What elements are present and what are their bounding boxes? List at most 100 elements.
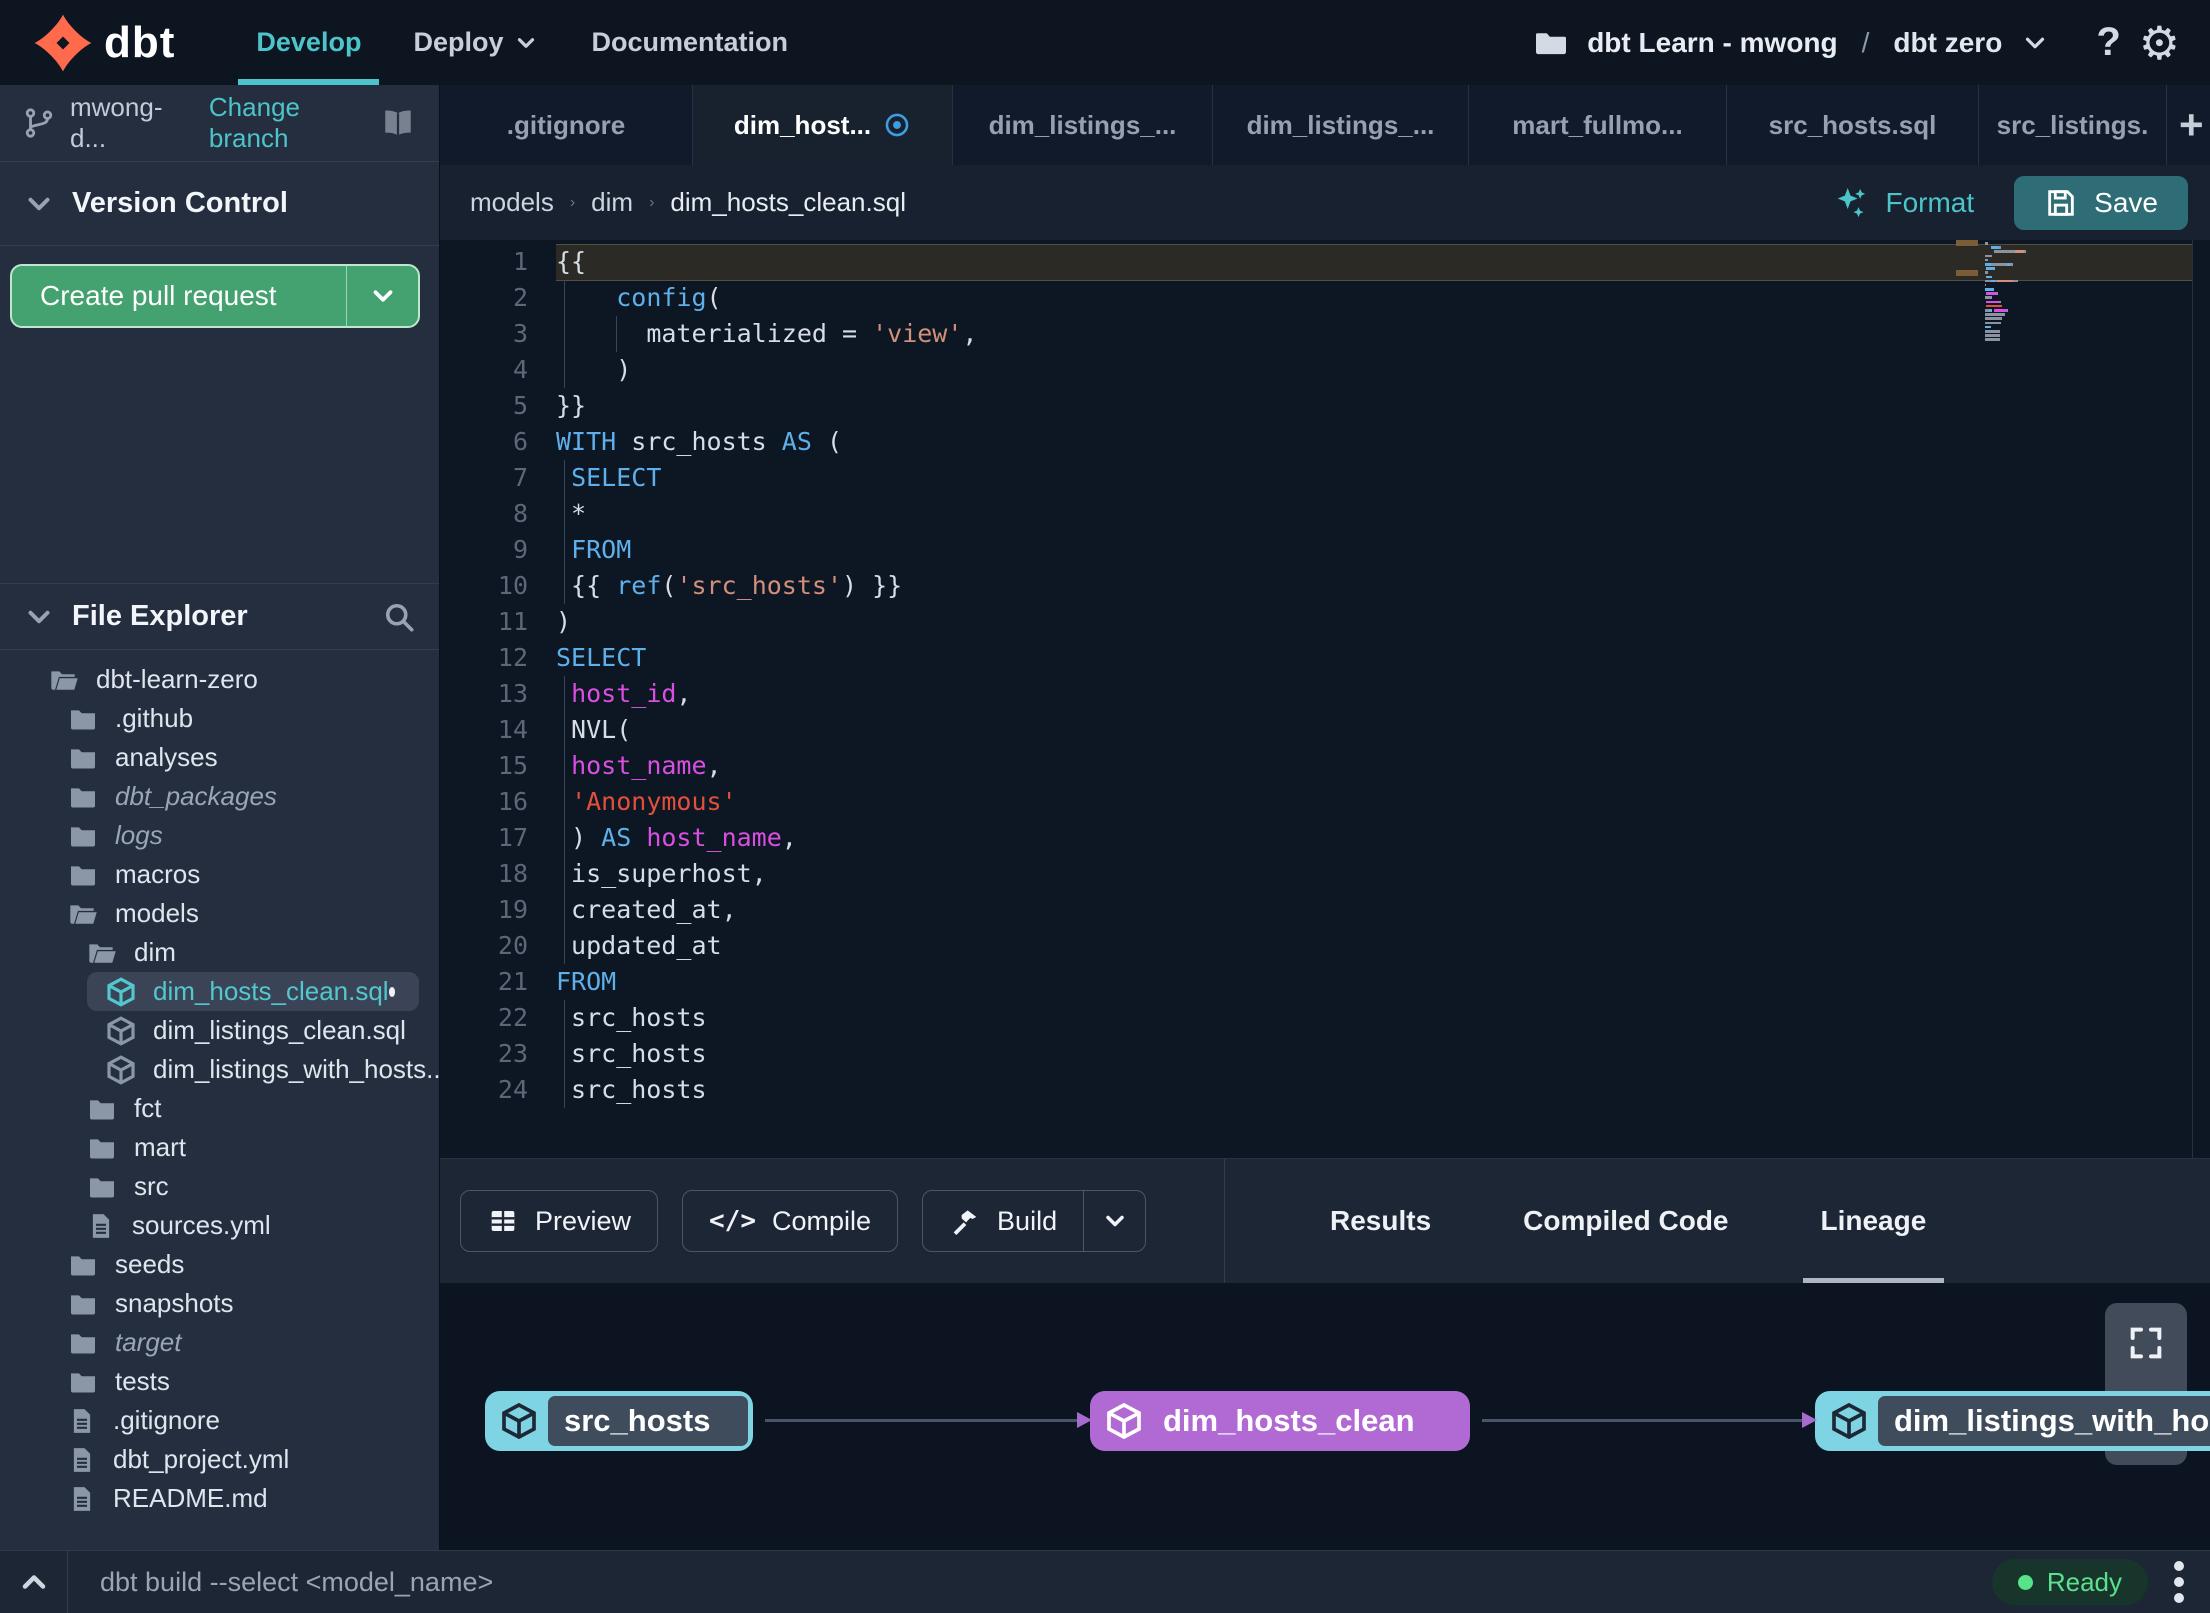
code-line-6[interactable]: 6 WITH src_hosts AS (	[440, 424, 2210, 460]
search-icon[interactable]	[381, 599, 417, 635]
breadcrumb-file[interactable]: dim_hosts_clean.sql	[670, 187, 906, 218]
chevron-down-icon[interactable]	[2020, 28, 2050, 58]
tree-item-snapshots[interactable]: snapshots	[0, 1284, 439, 1323]
dbt-logo[interactable]: dbt	[32, 12, 175, 74]
file-tab-dim-listings-[interactable]: dim_listings_...	[953, 85, 1213, 165]
kebab-menu-icon[interactable]	[2174, 1561, 2184, 1603]
tree-item-dim-hosts-clean-sql[interactable]: dim_hosts_clean.sql	[87, 972, 419, 1011]
tree-item-src[interactable]: src	[0, 1167, 439, 1206]
nav-item-documentation[interactable]: Documentation	[565, 0, 814, 85]
code-line-21[interactable]: 21 FROM	[440, 964, 2210, 1000]
tree-item-tests[interactable]: tests	[0, 1362, 439, 1401]
lineage-node-dim-listings-with-hosts[interactable]: dim_listings_with_hosts	[1815, 1391, 2210, 1451]
compile-button[interactable]: </> Compile	[682, 1190, 899, 1252]
tree-item-mart[interactable]: mart	[0, 1128, 439, 1167]
help-icon[interactable]: ?	[2096, 20, 2120, 65]
tree-item-logs[interactable]: logs	[0, 816, 439, 855]
lineage-node-src-hosts[interactable]: src_hosts	[485, 1391, 753, 1451]
build-button[interactable]: Build	[922, 1190, 1147, 1252]
code-line-20[interactable]: 20 updated_at	[440, 928, 2210, 964]
tree-item-seeds[interactable]: seeds	[0, 1245, 439, 1284]
code-line-1[interactable]: 1 {{	[440, 244, 2210, 280]
nav-item-develop[interactable]: Develop	[230, 0, 387, 85]
new-tab-plus-icon[interactable]: +	[2179, 104, 2204, 146]
tree-item-dbt-packages[interactable]: dbt_packages	[0, 777, 439, 816]
collapse-panel-button[interactable]	[0, 1551, 68, 1613]
tree-item-dim-listings-with-hosts-[interactable]: dim_listings_with_hosts...	[0, 1050, 439, 1089]
code-lines[interactable]: 1{{2 config(3 materialized = 'view', 4 ) 5…	[440, 240, 2210, 1108]
tree-item-dim-listings-clean-sql[interactable]: dim_listings_clean.sql	[0, 1011, 439, 1050]
build-dropdown-chevron[interactable]	[1083, 1191, 1145, 1251]
tree-item-target[interactable]: target	[0, 1323, 439, 1362]
tree-item--gitignore[interactable]: .gitignore	[0, 1401, 439, 1440]
panel-tab-compiled-code[interactable]: Compiled Code	[1523, 1159, 1728, 1283]
code-line-15[interactable]: 15 host_name,	[440, 748, 2210, 784]
code-line-9[interactable]: 9 FROM	[440, 532, 2210, 568]
project-selector[interactable]: dbt Learn - mwong	[1587, 27, 1837, 59]
nav-item-label: Documentation	[591, 27, 788, 57]
file-tab-dim-listings-[interactable]: dim_listings_...	[1213, 85, 1469, 165]
change-branch-link[interactable]: Change branch	[209, 92, 365, 154]
tree-item--github[interactable]: .github	[0, 699, 439, 738]
file-tab-mart-fullmo-[interactable]: mart_fullmo...	[1469, 85, 1727, 165]
tree-item-readme-md[interactable]: README.md	[0, 1479, 439, 1518]
tree-item-dim[interactable]: dim	[0, 933, 439, 972]
panel-tab-results[interactable]: Results	[1330, 1159, 1431, 1283]
code-line-5[interactable]: 5}}	[440, 388, 2210, 424]
create-pull-request-label[interactable]: Create pull request	[12, 266, 346, 326]
tree-item-macros[interactable]: macros	[0, 855, 439, 894]
lineage-graph[interactable]: ↺ src_hostsdim_hosts_cleandim_listings_w…	[440, 1283, 2210, 1550]
panel-tab-lineage[interactable]: Lineage	[1802, 1159, 1945, 1283]
code-line-4[interactable]: 4 )	[440, 352, 2210, 388]
environment-selector[interactable]: dbt zero	[1893, 27, 2002, 59]
lineage-node-dim-hosts-clean[interactable]: dim_hosts_clean	[1090, 1391, 1470, 1451]
code-line-17[interactable]: 17 ) AS host_name,	[440, 820, 2210, 856]
code-line-19[interactable]: 19 created_at,	[440, 892, 2210, 928]
tree-item-dbt-learn-zero[interactable]: dbt-learn-zero	[0, 660, 439, 699]
format-button[interactable]: Format	[1825, 183, 1980, 223]
create-pull-request-button[interactable]: Create pull request	[10, 264, 420, 328]
code-line-11[interactable]: 11)	[440, 604, 2210, 640]
save-button[interactable]: Save	[2014, 175, 2188, 230]
tree-item-models[interactable]: models	[0, 894, 439, 933]
file-explorer-header[interactable]: File Explorer	[0, 584, 439, 650]
code-line-12[interactable]: 12 SELECT	[440, 640, 2210, 676]
code-line-3[interactable]: 3 materialized = 'view',	[440, 316, 2210, 352]
nav-item-deploy[interactable]: Deploy	[387, 0, 565, 85]
code-line-22[interactable]: 22 src_hosts	[440, 1000, 2210, 1036]
tree-item-dbt-project-yml[interactable]: dbt_project.yml	[0, 1440, 439, 1479]
file-tab-src-hosts-sql[interactable]: src_hosts.sql	[1727, 85, 1979, 165]
code-line-18[interactable]: 18 is_superhost,	[440, 856, 2210, 892]
preview-button[interactable]: Preview	[460, 1190, 659, 1252]
code-line-7[interactable]: 7 SELECT	[440, 460, 2210, 496]
code-line-2[interactable]: 2 config(	[440, 280, 2210, 316]
folder-icon	[67, 703, 99, 735]
settings-gear-icon[interactable]: ⚙	[2139, 20, 2180, 66]
code-line-14[interactable]: 14 NVL(	[440, 712, 2210, 748]
code-line-24[interactable]: 24 src_hosts	[440, 1072, 2210, 1108]
file-tab--gitignore[interactable]: .gitignore	[440, 85, 693, 165]
code-line-23[interactable]: 23 src_hosts	[440, 1036, 2210, 1072]
folder-icon	[67, 1249, 99, 1281]
version-control-header[interactable]: Version Control	[0, 162, 439, 246]
floppy-disk-icon	[2044, 186, 2078, 220]
tree-item-sources-yml[interactable]: sources.yml	[0, 1206, 439, 1245]
line-number: 12	[497, 643, 528, 672]
file-tab-dim-host-[interactable]: dim_host...	[693, 85, 953, 165]
tree-item-fct[interactable]: fct	[0, 1089, 439, 1128]
book-icon[interactable]	[379, 106, 417, 140]
code-line-13[interactable]: 13 host_id,	[440, 676, 2210, 712]
code-editor[interactable]: 1{{2 config(3 materialized = 'view', 4 ) 5…	[440, 240, 2210, 1158]
tree-item-analyses[interactable]: analyses	[0, 738, 439, 777]
fullscreen-icon[interactable]	[2126, 1323, 2166, 1363]
code-line-16[interactable]: 16 'Anonymous'	[440, 784, 2210, 820]
code-line-10[interactable]: 10 {{ ref('src_hosts') }}	[440, 568, 2210, 604]
breadcrumb-models[interactable]: models	[470, 187, 554, 218]
breadcrumb-chevron-icon: ›	[649, 193, 655, 211]
file-tab-src-listings-[interactable]: src_listings.	[1979, 85, 2167, 165]
breadcrumb-dim[interactable]: dim	[591, 187, 633, 218]
editor-scrollbar-track[interactable]	[2192, 240, 2193, 1158]
pull-request-dropdown[interactable]	[346, 266, 418, 326]
code-line-8[interactable]: 8 *	[440, 496, 2210, 532]
command-input[interactable]: dbt build --select <model_name>	[100, 1567, 493, 1598]
